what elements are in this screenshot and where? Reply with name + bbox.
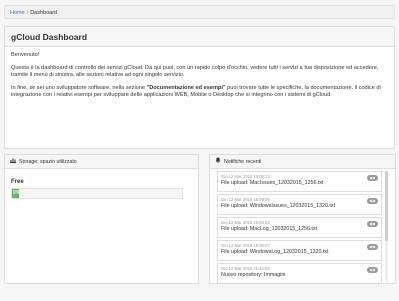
storage-panel: Storage: spazio utilizzato Free 0%: [4, 154, 199, 284]
developer-paragraph: In fine, se sei uno sviluppatore softwar…: [11, 85, 388, 100]
page-title: gCloud Dashboard: [11, 32, 88, 42]
notifications-heading-label: Notifiche recenti: [224, 158, 262, 165]
dashboard-panel-heading: gCloud Dashboard: [5, 27, 394, 47]
eye-icon[interactable]: [367, 221, 378, 227]
notification-item[interactable]: Gio 12 Mar 2015 15:09:13 File upload: Mac…: [217, 171, 382, 192]
welcome-text: Benvenuto!: [11, 52, 40, 58]
storage-free-label: Free: [11, 179, 24, 185]
eye-icon[interactable]: [367, 198, 378, 204]
breadcrumb-separator: /: [26, 10, 29, 16]
notification-text: Nuovo repository: Immagini: [221, 272, 286, 278]
breadcrumb: Home / Dashboard: [4, 5, 395, 19]
notification-date: Gio 12 Mar 2015 15:08:08: [221, 220, 270, 225]
breadcrumb-home-link[interactable]: Home: [10, 10, 25, 16]
notifications-panel: Notifiche recenti Gio 12 Mar 2015 15:09:…: [209, 154, 396, 284]
notification-text: File upload: WindowsLog_12032015_1320.tx…: [221, 249, 329, 255]
bell-icon: [215, 155, 221, 169]
docs-section-name: "Documentazione ed esempi": [146, 84, 226, 91]
notification-item[interactable]: Gio 12 Mar 2015 15:08:07 File upload: Win…: [217, 240, 382, 261]
intro-paragraph: Questa è la dashboard di controllo dei s…: [11, 64, 379, 79]
notifications-panel-heading: Notifiche recenti: [210, 155, 395, 169]
notification-date: Gio 12 Mar 2015 15:44:53: [221, 266, 270, 271]
notification-text: File upload: MacLog_12032015_1256.txt: [221, 226, 318, 232]
breadcrumb-current: Dashboard: [30, 10, 58, 16]
notifications-scrollbar-thumb[interactable]: [385, 171, 388, 241]
notification-item[interactable]: Gio 12 Mar 2015 15:44:53 Nuovo repository…: [217, 263, 382, 283]
notification-item[interactable]: Gio 12 Mar 2015 15:08:08 File upload: Win…: [217, 194, 382, 215]
dashboard-panel: gCloud Dashboard Benvenuto! Questa è la …: [4, 26, 395, 149]
notifications-scrollbar[interactable]: [385, 171, 388, 283]
developer-paragraph-start: In fine, se sei uno sviluppatore softwar…: [11, 84, 147, 91]
notifications-list[interactable]: Gio 12 Mar 2015 15:09:13 File upload: Mac…: [217, 171, 382, 283]
notification-date: Gio 12 Mar 2015 15:08:07: [221, 243, 270, 248]
dashboard-panel-body: Benvenuto! Questa è la dashboard di cont…: [5, 47, 394, 110]
eye-icon[interactable]: [367, 244, 378, 250]
storage-panel-heading: Storage: spazio utilizzato: [5, 155, 198, 169]
storage-heading-label: Storage: spazio utilizzato: [19, 158, 77, 165]
storage-progress-fill: 0%: [12, 189, 21, 198]
bar-chart-icon: [10, 155, 16, 169]
notification-item[interactable]: Gio 12 Mar 2015 15:08:08 File upload: Mac…: [217, 217, 382, 238]
notification-text: File upload: MacIssues_12032015_1256.txt: [221, 180, 324, 186]
notification-text: File upload: WindowsIssues_12032015_1320…: [221, 203, 335, 209]
notification-date: Gio 12 Mar 2015 15:09:13: [221, 174, 270, 179]
notification-date: Gio 12 Mar 2015 15:08:08: [221, 197, 270, 202]
eye-icon[interactable]: [367, 175, 378, 181]
storage-progress-bar: 0%: [11, 188, 183, 199]
eye-icon[interactable]: [367, 267, 378, 273]
